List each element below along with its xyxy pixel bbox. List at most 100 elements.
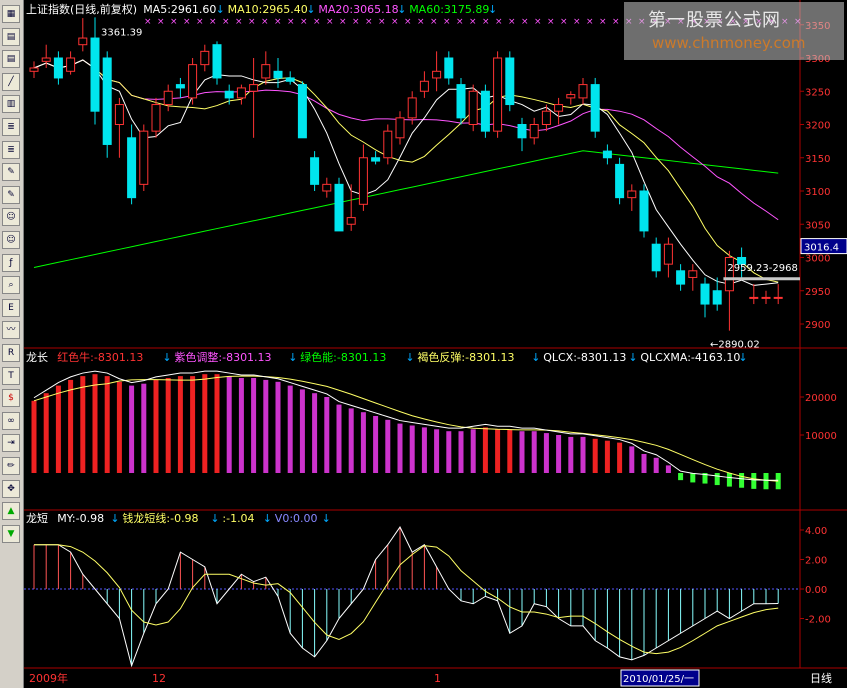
candle-body xyxy=(566,94,576,99)
candle-body xyxy=(468,90,478,125)
panel2-bar xyxy=(726,473,732,487)
line-chart-icon[interactable]: ╱ xyxy=(2,72,20,91)
candle-body xyxy=(651,243,661,272)
main-legend-arrow-2: ↓ xyxy=(306,3,315,16)
stock-chart[interactable]: 上证指数(日线,前复权) MA5:2961.60 ↓ MA10:2965.40↓ MA2… xyxy=(24,0,847,688)
top-marker: × xyxy=(287,17,295,27)
candle-body xyxy=(29,67,39,72)
main-legend-2: MA10:2965.40 xyxy=(228,3,308,16)
panel2-axis-label: 20000 xyxy=(805,393,837,404)
candle-body xyxy=(224,90,234,99)
panel2-bar xyxy=(312,393,318,473)
candle-body xyxy=(78,37,88,46)
panel2-bar xyxy=(80,376,86,473)
top-marker: × xyxy=(534,17,542,27)
panel2-bar xyxy=(287,385,293,473)
pen-icon[interactable]: ✏ xyxy=(2,457,20,475)
panel2-bar xyxy=(665,465,671,473)
candle-body xyxy=(346,217,356,225)
indicator-icon[interactable]: 〰 xyxy=(2,321,20,340)
candle-body xyxy=(310,157,320,185)
rsi-icon[interactable]: R xyxy=(2,344,20,362)
import-icon[interactable]: ⇥ xyxy=(2,434,20,453)
candle-body xyxy=(761,296,771,299)
move-icon[interactable]: ✥ xyxy=(2,479,20,498)
panel2-bar xyxy=(43,393,49,473)
up-arrow-icon[interactable]: ▲ xyxy=(2,502,20,521)
people-icon[interactable]: ☺ xyxy=(2,208,20,227)
report-icon[interactable]: ≣ xyxy=(2,140,20,159)
panel3-axis-label: -2.00 xyxy=(805,615,831,626)
left-toolbar: ▦ ▤ ▤ ╱ ▥ ≣ ≣ ✎ ✎ ☺ ☺ ƒ ⌕ E 〰 R T $ ∞ ⇥ ✏ ✥ ▲ ▼ xyxy=(0,0,24,688)
bars-icon[interactable]: ▥ xyxy=(2,95,20,114)
table-icon[interactable]: ▤ xyxy=(2,50,20,69)
panel2-legend-arrow-3: ↓ xyxy=(405,351,414,364)
panel2-bar xyxy=(251,378,257,473)
dollar-icon[interactable]: $ xyxy=(2,389,20,408)
panel2-bar xyxy=(92,374,98,473)
top-marker: × xyxy=(235,17,243,27)
panel3-axis-label: 2.00 xyxy=(805,556,827,567)
period-label: 日线 xyxy=(810,671,832,685)
candle-body xyxy=(407,97,417,119)
panel2-legend-5: QLCX:-8301.13 xyxy=(543,351,626,364)
search-icon[interactable]: ⌕ xyxy=(2,276,20,295)
etf-icon[interactable]: E xyxy=(2,298,20,317)
chart-icon[interactable]: ▦ xyxy=(2,5,20,23)
table-icon[interactable]: ▤ xyxy=(2,27,20,46)
top-marker: × xyxy=(599,17,607,27)
price-axis-label: 2900 xyxy=(805,320,830,331)
candle-body xyxy=(334,183,344,232)
people-icon[interactable]: ☺ xyxy=(2,231,20,249)
candle-body xyxy=(163,90,173,106)
panel3-legend-arrow-2: ↓ xyxy=(210,512,219,525)
candle-body xyxy=(590,84,600,132)
candle-body xyxy=(371,157,381,162)
top-marker: × xyxy=(365,17,373,27)
panel2-bar xyxy=(373,416,379,473)
candle-body xyxy=(456,84,466,119)
panel3-legend-arrow-1: ↓ xyxy=(110,512,119,525)
candle-body xyxy=(358,157,368,205)
top-marker: × xyxy=(560,17,568,27)
top-marker: × xyxy=(482,17,490,27)
top-marker: × xyxy=(495,17,503,27)
watermark-title: 第一股票公式网 xyxy=(648,10,781,31)
top-marker: × xyxy=(274,17,282,27)
candle-body xyxy=(53,57,63,79)
top-marker: × xyxy=(508,17,516,27)
panel2-bar xyxy=(653,457,659,473)
candle-body xyxy=(188,64,198,99)
top-marker: × xyxy=(339,17,347,27)
panel2-bar xyxy=(531,431,537,473)
top-marker: × xyxy=(209,17,217,27)
top-marker: × xyxy=(300,17,308,27)
top-marker: × xyxy=(196,17,204,27)
panel2-bar xyxy=(336,404,342,473)
high-annotation: 3361.39 xyxy=(101,27,142,38)
report-icon[interactable]: ≣ xyxy=(2,118,20,136)
price-axis-label: 3100 xyxy=(805,187,830,198)
candle-body xyxy=(175,84,185,89)
panel2-bar xyxy=(556,435,562,473)
panel2-bar xyxy=(238,378,244,473)
price-axis-label: 2950 xyxy=(805,287,830,298)
top-marker: × xyxy=(248,17,256,27)
link-icon[interactable]: ∞ xyxy=(2,411,20,430)
fx-icon[interactable]: ƒ xyxy=(2,253,20,272)
text-icon[interactable]: T xyxy=(2,366,20,385)
panel2-legend-1: 红色牛:-8301.13 xyxy=(57,350,143,364)
candle-body xyxy=(712,290,722,305)
candle-body xyxy=(139,130,149,185)
top-marker: × xyxy=(157,17,165,27)
note-icon[interactable]: ✎ xyxy=(2,163,20,182)
panel3-legend-arrow-4: ↓ xyxy=(322,512,331,525)
panel2-bar xyxy=(68,379,74,473)
candle-body xyxy=(127,137,137,199)
candle-body xyxy=(480,90,490,132)
note-icon[interactable]: ✎ xyxy=(2,185,20,204)
low-annotation: ←2890.02 xyxy=(710,340,760,351)
down-arrow-icon[interactable]: ▼ xyxy=(2,524,20,543)
candle-body xyxy=(419,80,429,92)
date-label-tick1: 12 xyxy=(152,672,166,685)
